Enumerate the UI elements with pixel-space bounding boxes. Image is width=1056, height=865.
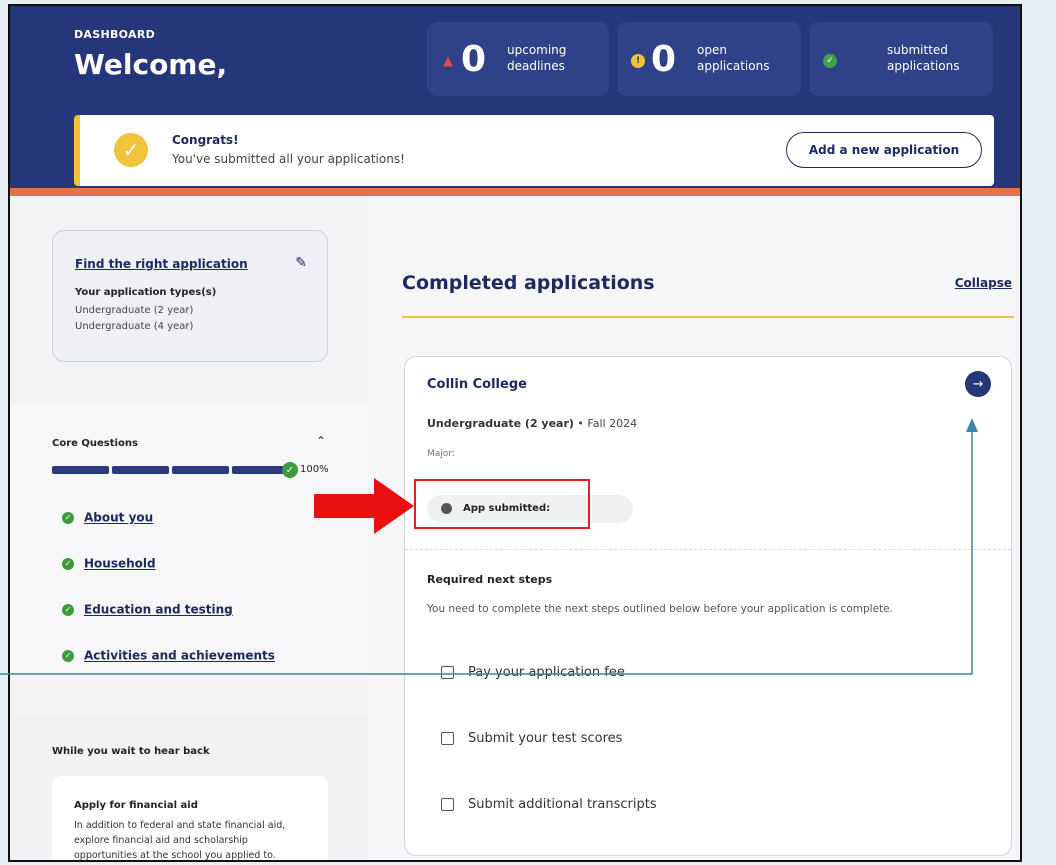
red-arrow-annotation	[314, 478, 414, 534]
progress-bar	[52, 466, 290, 474]
collapse-link[interactable]: Collapse	[955, 276, 1012, 290]
edit-icon[interactable]: ✎	[295, 255, 307, 271]
core-item-education[interactable]: ✓ Education and testing	[62, 602, 233, 617]
app-window: DASHBOARD Welcome, ▲ 0 upcoming deadlines…	[8, 4, 1022, 862]
school-name: Collin College	[427, 377, 527, 392]
check-circle-icon: ✓	[823, 54, 837, 68]
stat-count: 0	[651, 39, 677, 80]
divider	[402, 316, 1014, 318]
open-applications-card[interactable]: ! 0 open applications	[617, 22, 801, 96]
stat-label: upcoming deadlines	[507, 43, 567, 73]
step-pay-fee[interactable]: Pay your application fee	[441, 665, 625, 680]
application-types-label: Your application types(s)	[75, 287, 217, 298]
application-type: Undergraduate (4 year)	[75, 321, 194, 332]
arrow-right-icon[interactable]: →	[965, 371, 991, 397]
major-label: Major:	[427, 449, 455, 459]
core-item-household[interactable]: ✓ Household	[62, 556, 156, 571]
congrats-message: You've submitted all your applications!	[172, 152, 405, 166]
exclamation-icon: !	[631, 54, 645, 68]
add-application-button[interactable]: Add a new application	[786, 132, 982, 168]
divider	[405, 549, 1011, 550]
section-label: DASHBOARD	[74, 28, 156, 41]
core-questions-panel: Core Questions ⌃ ✓ 100% ✓ About you ✓ Hous…	[10, 404, 368, 672]
required-steps-description: You need to complete the next steps outl…	[427, 603, 893, 615]
section-title: Completed applications	[402, 272, 655, 294]
dashboard-header: DASHBOARD Welcome, ▲ 0 upcoming deadlines…	[10, 6, 1020, 188]
find-application-card: Find the right application ✎ Your applic…	[52, 230, 328, 362]
application-card: Collin College → Undergraduate (2 year) …	[404, 356, 1012, 856]
step-test-scores[interactable]: Submit your test scores	[441, 731, 622, 746]
checkbox	[441, 732, 454, 745]
financial-aid-card[interactable]: Apply for financial aid In addition to f…	[52, 776, 328, 861]
welcome-title: Welcome,	[74, 48, 228, 81]
core-item-activities[interactable]: ✓ Activities and achievements	[62, 648, 275, 663]
core-item-about-you[interactable]: ✓ About you	[62, 510, 153, 525]
stat-label: submitted applications	[887, 43, 960, 73]
application-type: Undergraduate (2 year)	[75, 305, 194, 316]
chevron-up-icon[interactable]: ⌃	[316, 434, 326, 448]
step-transcripts[interactable]: Submit additional transcripts	[441, 797, 657, 812]
congrats-banner: ✓ Congrats! You've submitted all your ap…	[74, 115, 994, 186]
find-application-link[interactable]: Find the right application	[75, 257, 248, 271]
bell-icon: ▲	[443, 53, 453, 69]
while-you-wait-panel: While you wait to hear back Apply for fi…	[10, 716, 368, 861]
progress-percent: 100%	[300, 464, 329, 475]
financial-aid-title: Apply for financial aid	[74, 800, 198, 811]
check-circle-icon: ✓	[62, 557, 74, 570]
checkbox	[441, 798, 454, 811]
financial-aid-text: In addition to federal and state financi…	[74, 820, 286, 861]
submitted-applications-card[interactable]: ✓ submitted applications	[809, 22, 993, 96]
progress-check-icon: ✓	[282, 462, 298, 478]
accent-stripe	[10, 188, 1020, 196]
check-circle-icon: ✓	[62, 511, 74, 524]
congrats-title: Congrats!	[172, 133, 239, 147]
checkmark-icon: ✓	[114, 133, 148, 167]
program-info: Undergraduate (2 year) • Fall 2024	[427, 417, 638, 430]
highlight-box	[414, 479, 590, 529]
core-questions-title: Core Questions	[52, 438, 138, 449]
check-circle-icon: ✓	[62, 649, 74, 662]
check-circle-icon: ✓	[62, 603, 74, 616]
while-you-wait-title: While you wait to hear back	[52, 746, 210, 757]
checkbox	[441, 666, 454, 679]
upcoming-deadlines-card[interactable]: ▲ 0 upcoming deadlines	[427, 22, 609, 96]
stat-label: open applications	[697, 43, 770, 73]
stat-count: 0	[461, 39, 487, 80]
required-steps-title: Required next steps	[427, 573, 553, 586]
main-content: Completed applications Collapse Collin C…	[368, 196, 1020, 860]
